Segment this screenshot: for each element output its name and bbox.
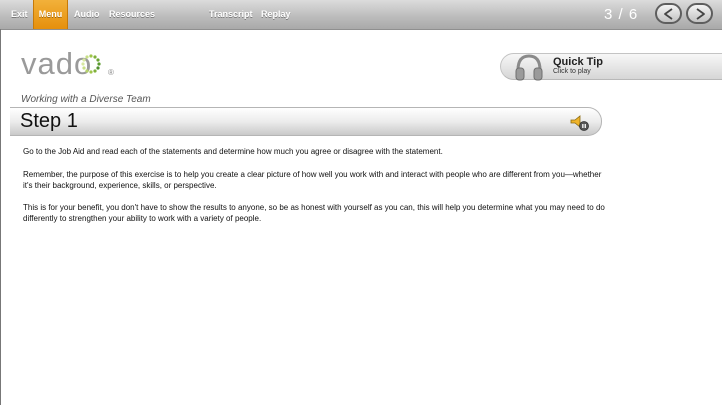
- speaker-icon[interactable]: [570, 114, 590, 132]
- step-header: Step 1: [10, 107, 602, 136]
- resources-button[interactable]: Resources: [109, 0, 155, 29]
- registered-mark: ®: [108, 68, 114, 77]
- transcript-button[interactable]: Transcript: [209, 0, 253, 29]
- top-toolbar: Exit Menu Audio Resources Transcript Rep…: [0, 0, 722, 30]
- page-counter: 3 / 6: [604, 6, 639, 23]
- instruction-paragraph-3: This is for your benefit, you don't have…: [23, 203, 605, 223]
- instruction-paragraph-1: Go to the Job Aid and read each of the s…: [23, 147, 443, 156]
- exit-button[interactable]: Exit: [11, 0, 28, 29]
- logo-dots-icon: [81, 54, 101, 74]
- quick-tip-title: Quick Tip: [553, 56, 603, 68]
- quick-tip-subtitle: Click to play: [553, 68, 591, 75]
- instruction-paragraph-2: Remember, the purpose of this exercise i…: [23, 170, 602, 190]
- replay-button[interactable]: Replay: [261, 0, 291, 29]
- arrow-left-icon: [664, 8, 673, 20]
- vado-logo: vado ®: [21, 46, 114, 82]
- headphones-icon: [515, 54, 543, 81]
- next-button[interactable]: [686, 3, 713, 24]
- menu-button[interactable]: Menu: [33, 0, 68, 29]
- left-border: [0, 29, 1, 405]
- course-title: Working with a Diverse Team: [21, 94, 151, 105]
- audio-button[interactable]: Audio: [74, 0, 100, 29]
- quick-tip-button[interactable]: Quick Tip Click to play: [500, 53, 722, 81]
- page-title: Step 1: [20, 110, 78, 132]
- arrow-right-icon: [696, 8, 705, 20]
- previous-button[interactable]: [655, 3, 682, 24]
